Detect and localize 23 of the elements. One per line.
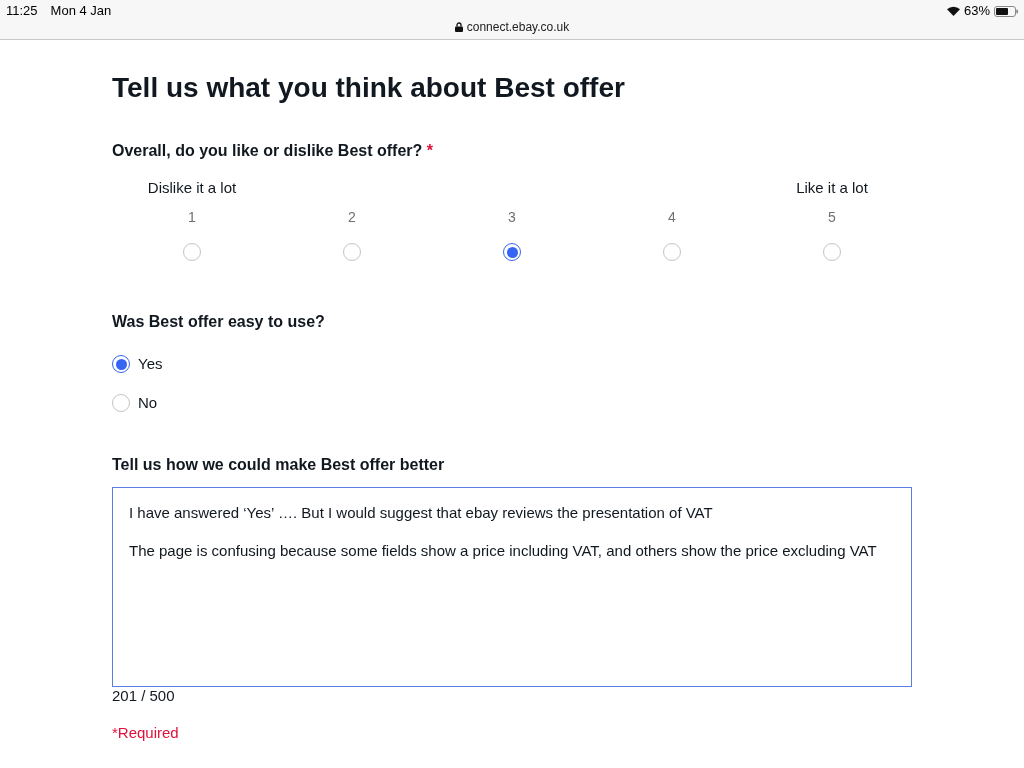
- scale-number: 5: [828, 208, 836, 227]
- scale-number: 4: [668, 208, 676, 227]
- option-label: No: [138, 393, 158, 413]
- scale-number: 1: [188, 208, 196, 227]
- scale-number: 2: [348, 208, 356, 227]
- page-title: Tell us what you think about Best offer: [112, 71, 625, 105]
- status-time: 11:25: [6, 3, 38, 19]
- battery-icon: [994, 5, 1018, 17]
- question-label: Was Best offer easy to use?: [112, 312, 325, 332]
- url-text: connect.ebay.co.uk: [466, 19, 570, 35]
- scale-number: 3: [508, 208, 516, 227]
- character-counter: 201 / 500: [112, 687, 175, 705]
- wifi-icon: [946, 6, 960, 16]
- status-date: Mon 4 Jan: [50, 3, 112, 19]
- question-label: Overall, do you like or dislike Best offer? *: [112, 141, 433, 161]
- question-label: Tell us how we could make Best offer better: [112, 455, 445, 475]
- lock-icon: [454, 22, 463, 32]
- scale-end-label: Like it a lot: [796, 178, 868, 198]
- comment-field[interactable]: I have answered ‘Yes’ …. But I would suggest that ebay reviews the presentation of VAT The page is confusing because some fields show a price including VAT, and others show the price excluding VAT: [112, 487, 912, 687]
- battery-percent: 63%: [963, 3, 990, 19]
- required-note: *Required: [112, 723, 179, 743]
- scale-end-label: Dislike it a lot: [147, 178, 237, 198]
- option-label: Yes: [138, 354, 163, 374]
